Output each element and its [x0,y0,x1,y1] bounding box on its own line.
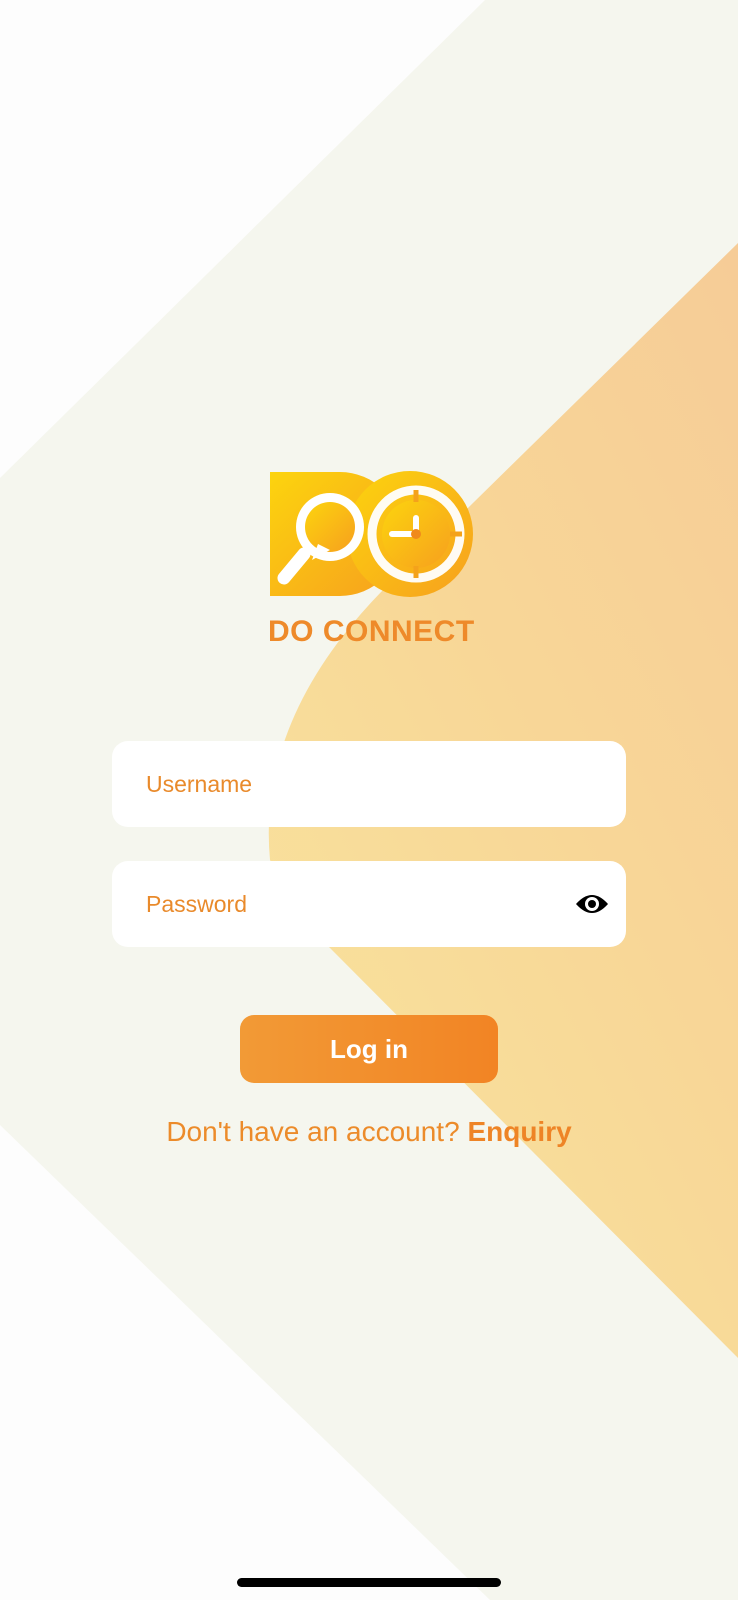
login-button[interactable]: Log in [240,1015,498,1083]
password-input[interactable] [146,861,546,947]
enquiry-link[interactable]: Enquiry [467,1116,571,1147]
do-connect-logo [270,471,473,597]
signup-prompt-text: Don't have an account? [166,1116,460,1147]
username-field[interactable] [112,741,626,827]
show-password-toggle[interactable] [574,887,610,921]
password-field[interactable] [112,861,626,947]
username-input[interactable] [146,741,546,827]
brand-name: DO CONNECT [268,615,475,648]
signup-prompt-line: Don't have an account? Enquiry [0,1116,738,1148]
home-indicator [237,1578,501,1587]
eye-icon [576,895,608,913]
